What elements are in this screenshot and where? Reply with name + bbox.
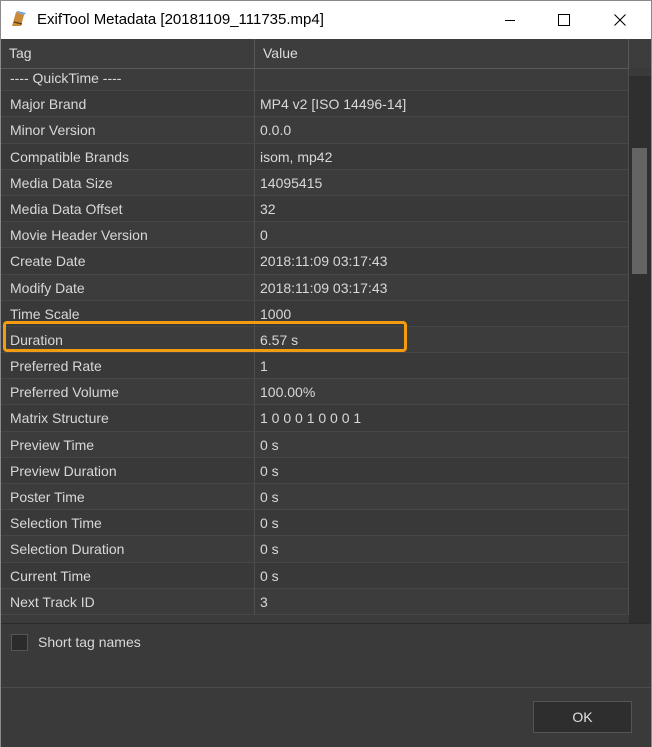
table-row[interactable]: Poster Time 0 s xyxy=(1,484,629,511)
table-row[interactable]: Preview Time 0 s xyxy=(1,431,629,458)
column-header-tag[interactable]: Tag xyxy=(1,39,255,68)
value-cell: 0 s xyxy=(255,431,629,458)
metadata-table: Tag Value ---- QuickTime ---- Major Brand… xyxy=(1,39,651,623)
tag-cell: Preferred Volume xyxy=(1,379,255,406)
ok-button[interactable]: OK xyxy=(533,701,632,733)
value-cell: 0 s xyxy=(255,484,629,510)
value-cell: isom, mp42 xyxy=(255,143,629,170)
table-row[interactable]: Current Time 0 s xyxy=(1,562,629,589)
dialog-footer: OK xyxy=(1,687,651,747)
column-header-value[interactable]: Value xyxy=(255,39,629,68)
value-cell: 100.00% xyxy=(255,379,629,406)
value-cell: 0 s xyxy=(255,510,629,537)
close-button[interactable] xyxy=(597,1,643,39)
close-icon xyxy=(614,14,626,26)
table-body: ---- QuickTime ---- Major Brand MP4 v2 [IS… xyxy=(1,69,629,623)
table-row[interactable]: Create Date 2018:11:09 03:17:43 xyxy=(1,248,629,275)
value-cell: 0 s xyxy=(255,536,629,563)
table-row[interactable]: Preferred Rate 1 xyxy=(1,353,629,380)
tag-cell: Media Data Size xyxy=(1,169,255,196)
tag-cell: ---- QuickTime ---- xyxy=(1,69,255,91)
header-corner xyxy=(629,39,651,69)
table-row[interactable]: Selection Duration 0 s xyxy=(1,536,629,563)
table-row[interactable]: Media Data Size 14095415 xyxy=(1,169,629,196)
table-rows: ---- QuickTime ---- Major Brand MP4 v2 [IS… xyxy=(1,69,629,615)
tag-cell: Create Date xyxy=(1,248,255,275)
table-row[interactable]: Media Data Offset 32 xyxy=(1,195,629,223)
tag-cell: Next Track ID xyxy=(1,588,255,615)
tag-cell: Selection Time xyxy=(1,510,255,537)
value-cell: 2018:11:09 03:17:43 xyxy=(255,248,629,275)
table-row[interactable]: Modify Date 2018:11:09 03:17:43 xyxy=(1,274,629,301)
options-panel: Short tag names xyxy=(1,623,651,688)
minimize-button[interactable] xyxy=(487,1,533,39)
value-cell: 32 xyxy=(255,195,629,222)
table-row[interactable]: Movie Header Version 0 xyxy=(1,222,629,249)
exiftool-dialog: ExifTool Metadata [20181109_111735.mp4] … xyxy=(0,0,652,747)
table-row[interactable]: Matrix Structure 1 0 0 0 1 0 0 0 1 xyxy=(1,405,629,432)
tag-cell: Preferred Rate xyxy=(1,353,255,380)
value-cell: 1 0 0 0 1 0 0 0 1 xyxy=(255,405,629,432)
tag-cell: Matrix Structure xyxy=(1,405,255,432)
table-row[interactable]: Minor Version 0.0.0 xyxy=(1,117,629,144)
table-row[interactable]: Preview Duration 0 s xyxy=(1,457,629,484)
short-tag-names-label[interactable]: Short tag names xyxy=(38,634,141,650)
minimize-icon xyxy=(505,20,515,21)
tag-cell: Major Brand xyxy=(1,91,255,118)
table-row[interactable]: Major Brand MP4 v2 [ISO 14496-14] xyxy=(1,91,629,118)
table-row[interactable]: Selection Time 0 s xyxy=(1,510,629,537)
tag-cell: Minor Version xyxy=(1,117,255,144)
title-bar: ExifTool Metadata [20181109_111735.mp4] xyxy=(1,1,651,39)
value-cell: 14095415 xyxy=(255,169,629,196)
tag-cell: Compatible Brands xyxy=(1,143,255,170)
scroll-thumb[interactable] xyxy=(632,148,647,274)
value-cell: 0 xyxy=(255,222,629,249)
table-row[interactable]: ---- QuickTime ---- xyxy=(1,69,629,92)
app-icon xyxy=(10,10,28,28)
maximize-button[interactable] xyxy=(541,1,587,39)
tag-cell: Movie Header Version xyxy=(1,222,255,249)
maximize-icon xyxy=(558,14,570,26)
tag-cell: Modify Date xyxy=(1,274,255,301)
value-cell: 2018:11:09 03:17:43 xyxy=(255,274,629,301)
table-row[interactable]: Preferred Volume 100.00% xyxy=(1,379,629,406)
value-cell: 0.0.0 xyxy=(255,117,629,144)
table-row[interactable]: Compatible Brands isom, mp42 xyxy=(1,143,629,170)
short-tag-names-checkbox[interactable] xyxy=(11,634,28,651)
vertical-scrollbar[interactable] xyxy=(629,68,651,623)
value-cell xyxy=(255,69,629,91)
value-cell: 0 s xyxy=(255,562,629,589)
tag-cell: Preview Time xyxy=(1,431,255,458)
table-row[interactable]: Next Track ID 3 xyxy=(1,588,629,615)
tag-cell: Time Scale xyxy=(1,300,255,327)
tag-cell: Selection Duration xyxy=(1,536,255,563)
scroll-up-area[interactable] xyxy=(629,68,651,76)
table-header: Tag Value xyxy=(1,39,629,69)
tag-cell: Duration xyxy=(1,326,255,353)
tag-cell: Media Data Offset xyxy=(1,195,255,222)
tag-cell: Poster Time xyxy=(1,484,255,510)
tag-cell: Preview Duration xyxy=(1,457,255,484)
value-cell: 1 xyxy=(255,353,629,380)
value-cell: 3 xyxy=(255,588,629,615)
value-cell: 6.57 s xyxy=(255,326,629,353)
value-cell: MP4 v2 [ISO 14496-14] xyxy=(255,91,629,118)
value-cell: 1000 xyxy=(255,300,629,327)
tag-cell: Current Time xyxy=(1,562,255,589)
table-row[interactable]: Duration 6.57 s xyxy=(1,326,629,354)
value-cell: 0 s xyxy=(255,457,629,484)
window-title: ExifTool Metadata [20181109_111735.mp4] xyxy=(37,11,324,28)
table-row[interactable]: Time Scale 1000 xyxy=(1,300,629,327)
